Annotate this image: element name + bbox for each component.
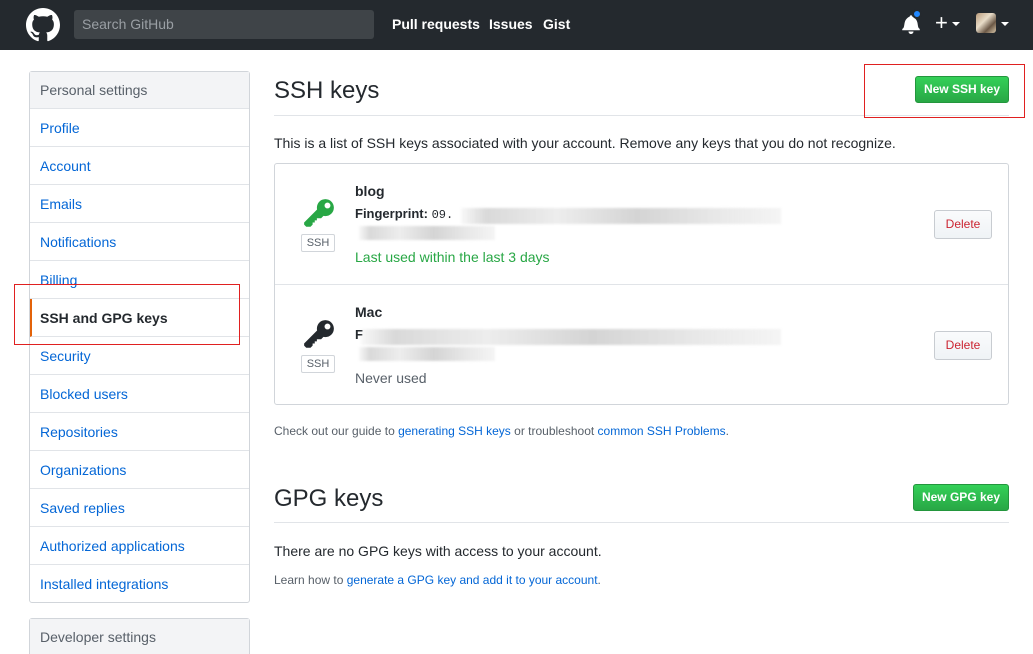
last-used-text: Never used [355, 370, 427, 386]
delete-key-button[interactable]: Delete [934, 210, 992, 239]
sidebar-item-emails[interactable]: Emails [30, 185, 249, 223]
guide-prefix: Check out our guide to [274, 424, 399, 438]
gpg-learn-text: Learn how to generate a GPG key and add … [274, 573, 601, 587]
github-logo-icon[interactable] [26, 8, 60, 42]
gpg-keys-title: GPG keys [274, 485, 384, 512]
nav-pull-requests[interactable]: Pull requests [392, 16, 480, 32]
ssh-key-row: SSH Mac F Never used Delete [275, 284, 1008, 404]
common-ssh-problems-link[interactable]: common SSH Problems [598, 424, 726, 438]
key-title: blog [355, 183, 385, 199]
key-icon [304, 320, 334, 348]
fingerprint-value: 09. [431, 208, 454, 222]
gpg-title-divider [274, 522, 1009, 523]
redacted-blur [359, 226, 495, 240]
developer-settings-menu: Developer settings [29, 618, 250, 654]
ssh-guide-text: Check out our guide to generating SSH ke… [274, 424, 729, 438]
sidebar-item-notifications[interactable]: Notifications [30, 223, 249, 261]
ssh-tag: SSH [301, 234, 335, 252]
redacted-blur [461, 208, 781, 224]
sidebar-item-account[interactable]: Account [30, 147, 249, 185]
redacted-blur [361, 329, 781, 345]
avatar-caret-icon [1001, 22, 1009, 26]
developer-settings-heading[interactable]: Developer settings [30, 619, 249, 654]
key-icon [304, 199, 334, 227]
search-input[interactable] [74, 10, 374, 39]
ssh-tag: SSH [301, 355, 335, 373]
sidebar-item-organizations[interactable]: Organizations [30, 451, 249, 489]
sidebar-item-installed-integrations[interactable]: Installed integrations [30, 565, 249, 603]
learn-prefix: Learn how to [274, 573, 347, 587]
annotation-highlight-sidebar [14, 284, 240, 345]
learn-suffix: . [597, 573, 601, 587]
new-gpg-key-button[interactable]: New GPG key [913, 484, 1009, 511]
guide-middle: or troubleshoot [510, 424, 598, 438]
notification-dot [912, 9, 922, 19]
fingerprint-label: Fingerprint: 09. [355, 206, 453, 222]
sidebar-item-saved-replies[interactable]: Saved replies [30, 489, 249, 527]
last-used-text: Last used within the last 3 days [355, 249, 550, 265]
sidebar-item-authorized-applications[interactable]: Authorized applications [30, 527, 249, 565]
sidebar-heading: Personal settings [30, 72, 249, 109]
gpg-empty-message: There are no GPG keys with access to you… [274, 543, 602, 559]
ssh-description: This is a list of SSH keys associated wi… [274, 135, 896, 151]
user-avatar[interactable] [976, 13, 996, 33]
sidebar-item-repositories[interactable]: Repositories [30, 413, 249, 451]
nav-issues[interactable]: Issues [489, 16, 533, 32]
ssh-key-row: SSH blog Fingerprint: 09. Last used with… [275, 164, 1008, 284]
nav-gist[interactable]: Gist [543, 16, 570, 32]
key-title: Mac [355, 304, 383, 320]
fingerprint-label-text: Fingerprint: [355, 206, 428, 221]
redacted-blur [359, 347, 495, 361]
generate-gpg-key-link[interactable]: generate a GPG key and add it to your ac… [347, 573, 598, 587]
sidebar-item-blocked-users[interactable]: Blocked users [30, 375, 249, 413]
generating-ssh-keys-link[interactable]: generating SSH keys [398, 424, 511, 438]
annotation-highlight-new-ssh [864, 64, 1025, 118]
ssh-key-list: SSH blog Fingerprint: 09. Last used with… [274, 163, 1009, 405]
create-caret-icon [952, 22, 960, 26]
ssh-keys-title: SSH keys [274, 77, 380, 104]
sidebar-item-profile[interactable]: Profile [30, 109, 249, 147]
top-header: Pull requests Issues Gist + [0, 0, 1033, 50]
guide-suffix: . [725, 424, 729, 438]
delete-key-button[interactable]: Delete [934, 331, 992, 360]
create-new-plus-icon[interactable]: + [935, 11, 948, 35]
